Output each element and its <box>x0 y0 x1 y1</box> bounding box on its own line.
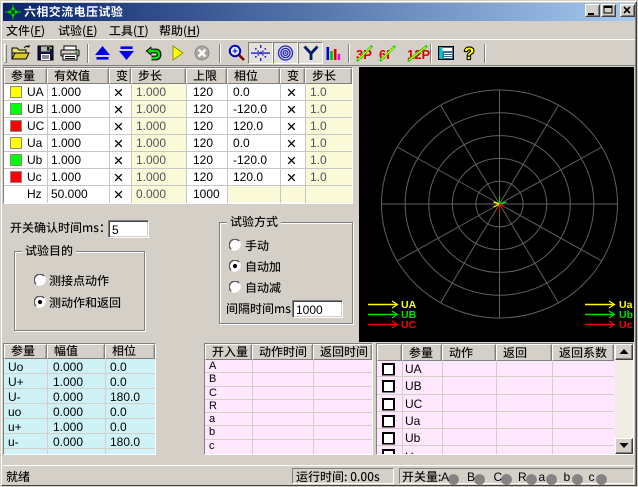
svg-text:?: ? <box>464 44 474 63</box>
svg-text:UC: UC <box>401 319 417 331</box>
svg-text:Uc: Uc <box>619 319 633 331</box>
